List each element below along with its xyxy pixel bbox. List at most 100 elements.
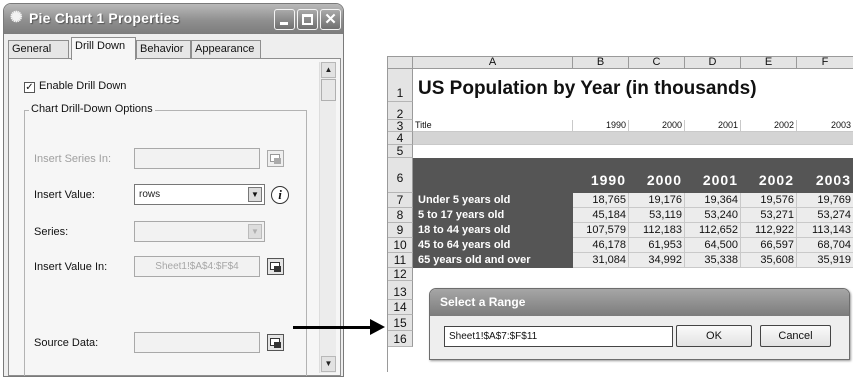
info-icon[interactable]: i — [271, 186, 289, 204]
range-input[interactable]: Sheet1!$A$7:$F$11 — [444, 326, 673, 347]
row-label-cell[interactable]: 45 to 64 years old — [413, 238, 573, 253]
row-header[interactable]: 10 — [388, 238, 413, 253]
source-data-range-button[interactable] — [267, 334, 284, 351]
row-header[interactable]: 4 — [388, 132, 413, 145]
data-cell[interactable]: 35,919 — [797, 253, 853, 268]
tab-appearance[interactable]: Appearance — [191, 40, 261, 59]
data-cell[interactable]: 19,364 — [685, 193, 741, 208]
row-label-cell[interactable]: 5 to 17 years old — [413, 208, 573, 223]
row-header[interactable]: 2 — [388, 102, 413, 120]
tab-behavior[interactable]: Behavior — [136, 40, 191, 59]
row-header[interactable]: 12 — [388, 268, 413, 281]
series-select[interactable] — [134, 221, 265, 242]
select-all-corner[interactable] — [388, 57, 413, 69]
tab-general[interactable]: General — [8, 40, 69, 59]
insert-value-range-button[interactable] — [267, 258, 284, 275]
chevron-down-icon[interactable]: ▼ — [248, 224, 262, 239]
row-header[interactable]: 1 — [388, 69, 413, 102]
row-header[interactable]: 16 — [388, 331, 413, 347]
row-header[interactable]: 5 — [388, 145, 413, 158]
cell-a3[interactable]: Title — [413, 120, 573, 132]
data-cell[interactable]: 107,579 — [573, 223, 629, 238]
column-header-f[interactable]: F — [797, 57, 853, 69]
data-cell[interactable]: 113,143 — [797, 223, 853, 238]
cell-a6[interactable] — [413, 158, 573, 193]
cell-f3[interactable]: 2003 — [797, 120, 853, 132]
row-header[interactable]: 7 — [388, 193, 413, 208]
data-cell[interactable]: 34,992 — [629, 253, 685, 268]
insert-series-range-button[interactable] — [267, 150, 284, 167]
tab-drill-down[interactable]: Drill Down — [71, 37, 136, 60]
minimize-icon — [280, 22, 288, 25]
column-header-d[interactable]: D — [685, 57, 741, 69]
data-cell[interactable]: 31,084 — [573, 253, 629, 268]
dialog-title: Pie Chart 1 Properties — [29, 10, 180, 26]
data-cell[interactable]: 18,765 — [573, 193, 629, 208]
row-header[interactable]: 9 — [388, 223, 413, 238]
data-cell[interactable]: 112,183 — [629, 223, 685, 238]
cell-e6[interactable]: 2002 — [741, 158, 797, 193]
cell-d6[interactable]: 2001 — [685, 158, 741, 193]
enable-drill-down-row[interactable]: ✓ Enable Drill Down — [24, 80, 126, 93]
enable-drill-down-checkbox[interactable]: ✓ — [24, 82, 35, 93]
insert-value-select[interactable]: rows — [134, 184, 265, 205]
cell-f6[interactable]: 2003 — [797, 158, 853, 193]
column-header-e[interactable]: E — [741, 57, 797, 69]
scroll-down-icon[interactable]: ▼ — [321, 356, 336, 372]
row-label-cell[interactable]: 18 to 44 years old — [413, 223, 573, 238]
row-label-cell[interactable]: 65 years old and over — [413, 253, 573, 268]
properties-dialog: ✺ Pie Chart 1 Properties ✕ General Drill… — [3, 3, 344, 377]
data-cell[interactable]: 35,338 — [685, 253, 741, 268]
scroll-thumb[interactable] — [321, 79, 336, 101]
data-cell[interactable]: 68,704 — [797, 238, 853, 253]
row-header[interactable]: 6 — [388, 158, 413, 193]
scroll-up-icon[interactable]: ▲ — [321, 62, 336, 78]
close-button[interactable]: ✕ — [320, 9, 341, 30]
cell-d3[interactable]: 2001 — [685, 120, 741, 132]
data-cell[interactable]: 53,240 — [685, 208, 741, 223]
insert-series-in-field[interactable] — [134, 148, 260, 169]
row-header[interactable]: 13 — [388, 281, 413, 300]
cell-c6[interactable]: 2000 — [629, 158, 685, 193]
row-header[interactable]: 3 — [388, 120, 413, 132]
dialog-titlebar[interactable]: ✺ Pie Chart 1 Properties ✕ — [4, 4, 343, 34]
data-cell[interactable]: 66,597 — [741, 238, 797, 253]
data-cell[interactable]: 53,271 — [741, 208, 797, 223]
cancel-button[interactable]: Cancel — [760, 325, 831, 347]
cell-b6[interactable]: 1990 — [573, 158, 629, 193]
minimize-button[interactable] — [274, 9, 295, 30]
data-cell[interactable]: 45,184 — [573, 208, 629, 223]
data-cell[interactable]: 19,176 — [629, 193, 685, 208]
row-header[interactable]: 8 — [388, 208, 413, 223]
data-cell[interactable]: 53,274 — [797, 208, 853, 223]
source-data-field[interactable] — [134, 332, 260, 353]
data-cell[interactable]: 53,119 — [629, 208, 685, 223]
source-data-label: Source Data: — [34, 337, 99, 349]
data-cell[interactable]: 112,652 — [685, 223, 741, 238]
ok-button[interactable]: OK — [676, 325, 752, 347]
select-range-title[interactable]: Select a Range — [430, 289, 849, 316]
row-header[interactable]: 15 — [388, 315, 413, 331]
row-4-cells[interactable] — [413, 132, 853, 145]
row-header[interactable]: 14 — [388, 300, 413, 315]
data-cell[interactable]: 64,500 — [685, 238, 741, 253]
data-cell[interactable]: 19,769 — [797, 193, 853, 208]
data-cell[interactable]: 61,953 — [629, 238, 685, 253]
cell-c3[interactable]: 2000 — [629, 120, 685, 132]
column-header-a[interactable]: A — [413, 57, 573, 69]
data-cell[interactable]: 19,576 — [741, 193, 797, 208]
cell-b3[interactable]: 1990 — [573, 120, 629, 132]
insert-value-in-field[interactable]: Sheet1!$A$4:$F$4 — [134, 256, 260, 277]
maximize-button[interactable] — [297, 9, 318, 30]
data-cell[interactable]: 112,922 — [741, 223, 797, 238]
column-header-c[interactable]: C — [629, 57, 685, 69]
row-label-cell[interactable]: Under 5 years old — [413, 193, 573, 208]
callout-arrow-line — [293, 326, 370, 329]
cell-e3[interactable]: 2002 — [741, 120, 797, 132]
data-cell[interactable]: 35,608 — [741, 253, 797, 268]
data-cell[interactable]: 46,178 — [573, 238, 629, 253]
column-header-b[interactable]: B — [573, 57, 629, 69]
chevron-down-icon[interactable]: ▼ — [248, 187, 262, 202]
maximize-icon — [302, 14, 313, 25]
row-header[interactable]: 11 — [388, 253, 413, 268]
